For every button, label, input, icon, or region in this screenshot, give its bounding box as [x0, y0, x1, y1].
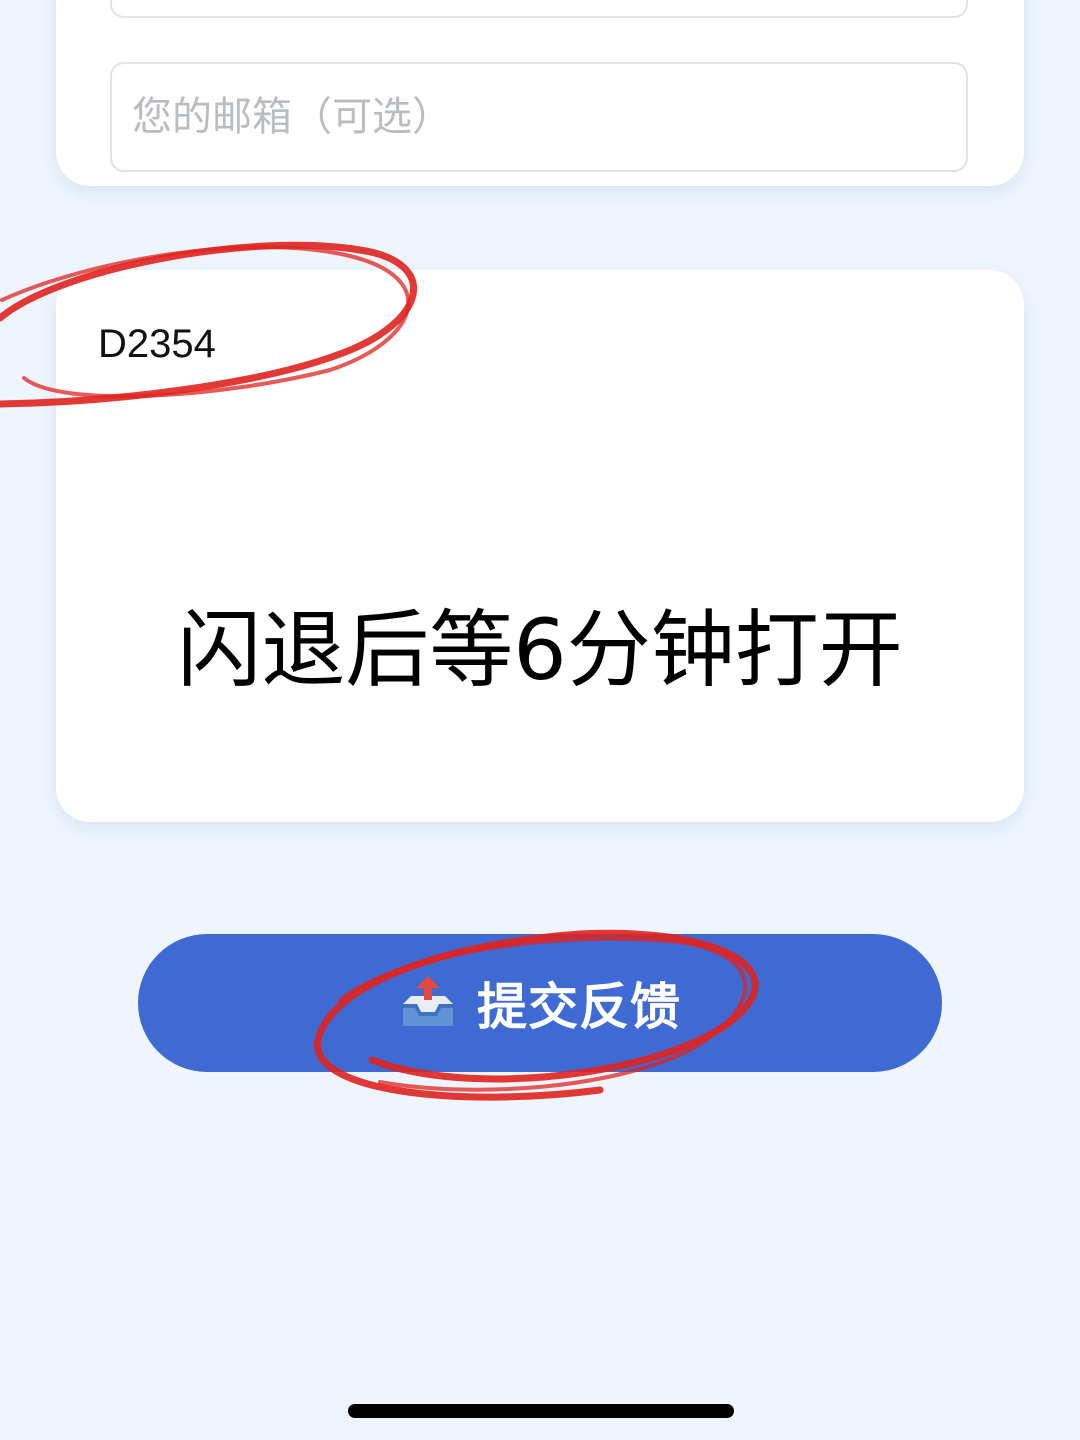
- email-field[interactable]: [110, 62, 968, 172]
- content-card: D2354 闪退后等6分钟打开: [56, 270, 1024, 822]
- submit-label: 提交反馈: [477, 978, 681, 1036]
- previous-input-field[interactable]: [110, 0, 968, 18]
- outbox-tray-icon: [399, 974, 457, 1032]
- submit-feedback-button[interactable]: 提交反馈: [138, 934, 942, 1072]
- home-indicator: [348, 1404, 734, 1418]
- message-text: 闪退后等6分钟打开: [177, 601, 903, 699]
- code-label: D2354: [98, 322, 216, 366]
